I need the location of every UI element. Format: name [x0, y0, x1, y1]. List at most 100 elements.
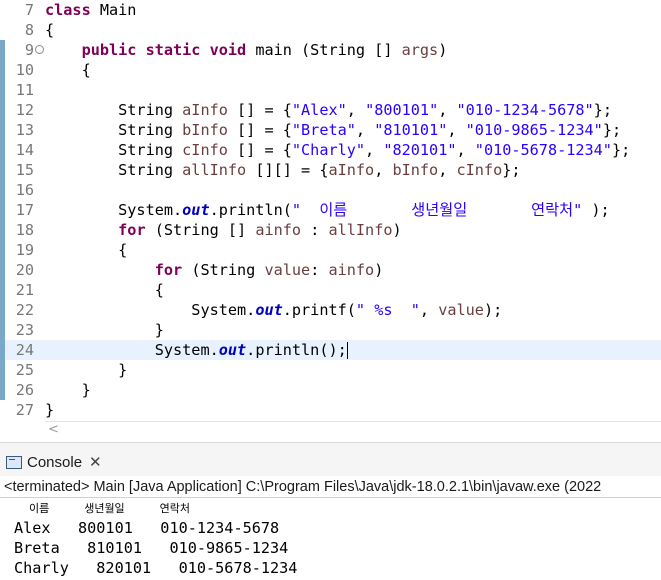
change-marker	[0, 40, 5, 60]
change-marker	[0, 320, 5, 340]
code-line[interactable]: 25 }	[0, 360, 661, 380]
code-token: out	[218, 341, 247, 359]
line-number: 16	[15, 181, 34, 199]
code-line[interactable]: 12 String aInfo [] = {"Alex", "800101", …	[0, 100, 661, 120]
line-number: 18	[15, 221, 34, 239]
code-token: "800101"	[365, 101, 439, 119]
code-token: System.	[45, 301, 256, 319]
code-text: }	[45, 320, 164, 340]
console-output-line: Charly 820101 010-5678-1234	[14, 559, 298, 577]
code-token: "820101"	[383, 141, 457, 159]
change-marker	[0, 360, 5, 380]
line-number: 8	[24, 21, 34, 39]
code-token: bInfo	[182, 121, 228, 139]
line-number: 26	[15, 381, 34, 399]
line-number: 21	[15, 281, 34, 299]
code-text: for (String value: ainfo)	[45, 260, 384, 280]
code-token: aInfo	[328, 161, 375, 179]
code-token: .printf(	[282, 301, 356, 319]
code-token: class	[45, 1, 91, 19]
code-line[interactable]: 27}	[0, 400, 661, 420]
code-text: System.out.println();	[45, 340, 348, 360]
code-token: ainfo	[328, 261, 375, 279]
code-token: "Alex"	[291, 101, 347, 119]
code-token: cInfo	[182, 141, 228, 159]
line-number: 25	[15, 361, 34, 379]
code-line[interactable]: 18 for (String [] ainfo : allInfo)	[0, 220, 661, 240]
console-output-header: 이름 생년월일 연락처	[22, 502, 191, 515]
close-icon[interactable]: ✕	[89, 453, 102, 471]
code-token: "010-1234-5678"	[456, 101, 594, 119]
code-line[interactable]: 15 String allInfo [][] = {aInfo, bInfo, …	[0, 160, 661, 180]
code-token: {	[45, 281, 164, 299]
line-number: 12	[15, 101, 34, 119]
code-line[interactable]: 26 }	[0, 380, 661, 400]
code-line[interactable]: 23 }	[0, 320, 661, 340]
change-marker	[0, 200, 5, 220]
code-line[interactable]: 11	[0, 80, 661, 100]
code-line[interactable]: 19 {	[0, 240, 661, 260]
code-token: String	[45, 141, 183, 159]
line-number: 11	[15, 81, 34, 99]
line-number: 22	[15, 301, 34, 319]
code-token: "010-9865-1234"	[465, 121, 603, 139]
code-line[interactable]: 8{	[0, 20, 661, 40]
code-text: String allInfo [][] = {aInfo, bInfo, cIn…	[45, 160, 520, 180]
code-token: ,	[456, 141, 475, 159]
code-line[interactable]: 20 for (String value: ainfo)	[0, 260, 661, 280]
code-token: cInfo	[456, 161, 503, 179]
code-line[interactable]: 13 String bInfo [] = {"Breta", "810101",…	[0, 120, 661, 140]
line-number: 10	[15, 61, 34, 79]
line-number: 19	[15, 241, 34, 259]
line-number: 27	[15, 401, 34, 419]
fold-toggle-icon[interactable]	[35, 45, 44, 54]
code-token: .println();	[246, 341, 347, 359]
line-number: 23	[15, 321, 34, 339]
console-view-header: Console ✕	[0, 442, 661, 479]
code-editor[interactable]: 7 class Main 8{9 public static void main (…	[0, 0, 661, 440]
horizontal-scrollbar[interactable]: <	[45, 421, 661, 440]
code-token: :	[310, 261, 329, 279]
console-output-line: Breta 810101 010-9865-1234	[14, 539, 289, 557]
code-token: [] = {	[227, 101, 292, 119]
code-token: ,	[346, 101, 366, 119]
code-token: [] = {	[227, 121, 292, 139]
code-token: "010-5678-1234"	[474, 141, 612, 159]
code-line[interactable]: 16	[0, 180, 661, 200]
code-line[interactable]: 14 String cInfo [] = {"Charly", "820101"…	[0, 140, 661, 160]
code-token: [][] = {	[246, 161, 329, 179]
code-token: "810101"	[374, 121, 448, 139]
code-token: for	[118, 221, 146, 239]
change-marker	[0, 60, 5, 80]
code-token: )	[392, 221, 402, 239]
change-marker	[0, 240, 5, 260]
code-token: "Breta"	[291, 121, 356, 139]
code-line[interactable]: 21 {	[0, 280, 661, 300]
code-token: allInfo	[182, 161, 247, 179]
change-marker	[0, 220, 5, 240]
code-line[interactable]: 10 {	[0, 60, 661, 80]
code-token: ,	[355, 121, 375, 139]
code-token: };	[593, 101, 612, 119]
code-line[interactable]: 7 class Main	[0, 0, 661, 20]
code-line[interactable]: 17 System.out.println(" 이름 생년월일 연락처" );	[0, 200, 661, 220]
code-line[interactable]: 24 System.out.println();	[0, 340, 661, 360]
code-text: {	[45, 60, 91, 80]
tab-console[interactable]: Console ✕	[6, 451, 102, 473]
code-token: ,	[374, 161, 393, 179]
code-token: (String	[182, 261, 265, 279]
code-line[interactable]: 9 public static void main (String [] arg…	[0, 40, 661, 60]
console-tab-label: Console	[27, 453, 83, 471]
code-text: for (String [] ainfo : allInfo)	[45, 220, 402, 240]
code-token: " 이름 생년월일 연락처"	[291, 201, 583, 219]
console-output-line: Alex 800101 010-1234-5678	[14, 519, 280, 537]
code-token: System.	[45, 341, 219, 359]
code-token: String	[45, 121, 183, 139]
scroll-left-icon[interactable]: <	[48, 422, 59, 438]
code-text: }	[45, 380, 91, 400]
code-line[interactable]: 22 System.out.printf(" %s ", value);	[0, 300, 661, 320]
code-token: value	[264, 261, 311, 279]
console-output[interactable]: 이름 생년월일 연락처 Alex 800101 010-1234-5678 Bret…	[0, 499, 661, 580]
code-token: bInfo	[392, 161, 439, 179]
code-token: };	[602, 121, 622, 139]
